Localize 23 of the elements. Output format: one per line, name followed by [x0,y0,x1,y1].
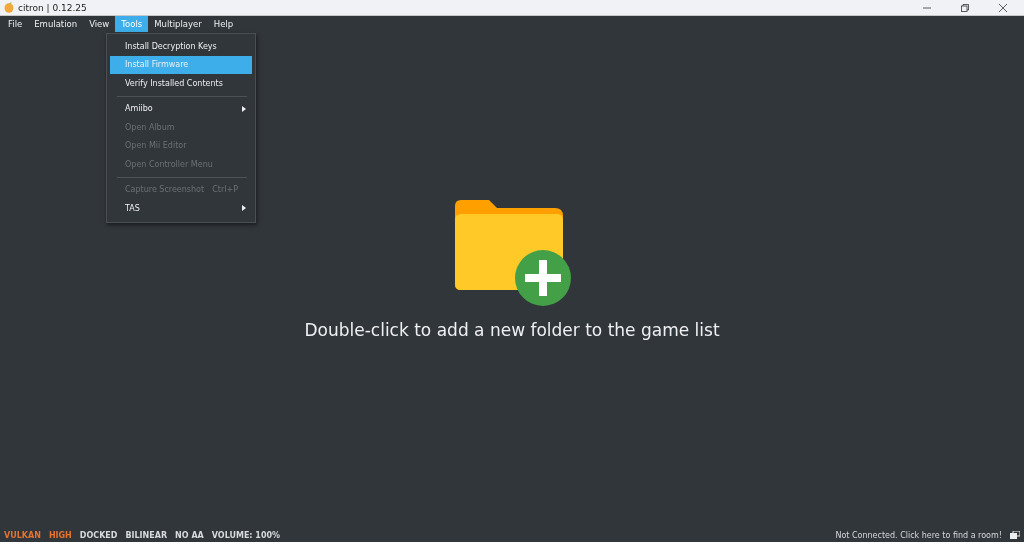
empty-game-list-message: Double-click to add a new folder to the game list [304,319,720,340]
menu-item[interactable]: File [2,16,29,32]
window-title: citron | 0.12.25 [18,2,88,13]
menu-item[interactable]: Emulation [28,16,84,32]
submenu-arrow-icon [242,105,246,112]
status-indicator[interactable]: DOCKED [79,531,118,540]
menu-option[interactable]: TAS [110,199,252,218]
status-indicator[interactable]: BILINEAR [125,531,168,540]
submenu-arrow-icon [242,205,246,212]
menu-item[interactable]: Multiplayer [148,16,208,32]
status-indicator[interactable]: VULKAN [4,531,41,540]
menu-option[interactable]: Amiibo [110,99,252,118]
status-indicator[interactable]: HIGH [48,531,72,540]
menu-option[interactable]: Install Decryption Keys [110,37,252,56]
menu-item[interactable]: Help [207,16,240,32]
close-icon[interactable] [999,3,1007,12]
menu-item[interactable]: View [83,16,116,32]
app-logo-icon [4,2,14,13]
status-indicator[interactable]: NO AA [175,531,204,540]
restore-icon[interactable] [961,3,969,12]
status-indicator[interactable]: VOLUME: 100% [211,531,281,540]
menu-option[interactable]: Verify Installed Contents [110,74,252,93]
multiplayer-status-link[interactable]: Not Connected. Click here to find a room! [835,531,1002,540]
